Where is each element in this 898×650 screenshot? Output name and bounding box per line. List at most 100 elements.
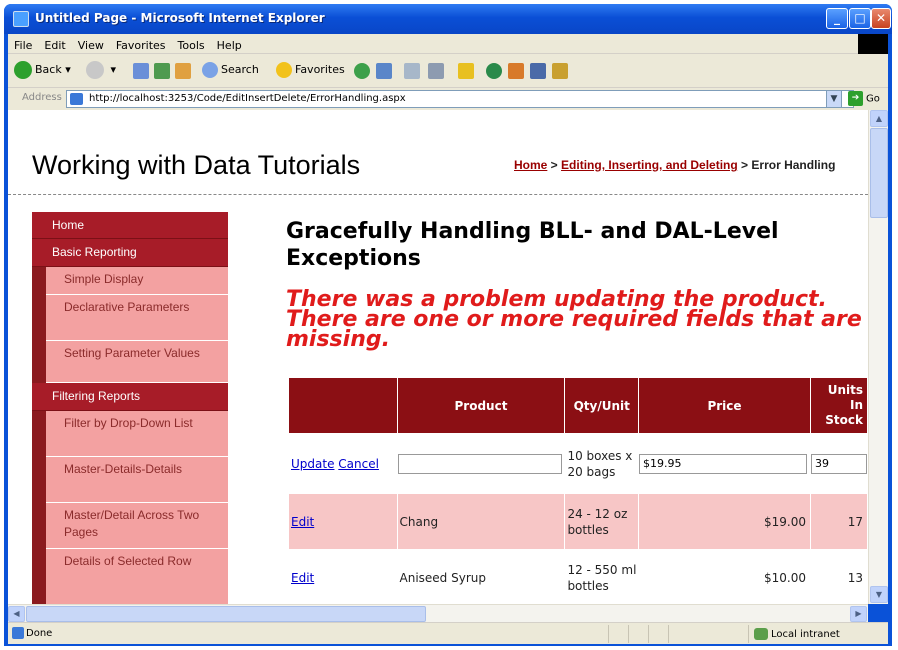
address-bar: Address http://localhost:3253/Code/EditI… xyxy=(8,88,888,110)
back-button[interactable]: Back ▾ xyxy=(14,61,71,79)
site-title: Working with Data Tutorials xyxy=(32,150,361,180)
breadcrumb-separator: > xyxy=(547,158,562,172)
forward-arrow-icon xyxy=(86,61,104,79)
go-arrow-icon: ➔ xyxy=(848,91,863,106)
title-bar[interactable]: Untitled Page - Microsoft Internet Explo… xyxy=(4,4,892,34)
product-name-input[interactable] xyxy=(397,453,562,474)
page-viewport: Working with Data Tutorials Home > Editi… xyxy=(8,110,868,604)
minimize-button[interactable]: _ xyxy=(826,8,848,29)
menu-item-master-detail-two-pages[interactable]: Master/Detail Across Two Pages xyxy=(46,503,228,549)
grid-header-actions xyxy=(288,377,398,434)
price-cell: $19.00 xyxy=(638,493,811,550)
favorites-button[interactable]: Favorites xyxy=(276,61,345,79)
table-row: Edit Chang 24 - 12 oz bottles $19.00 17 xyxy=(288,493,868,550)
status-divider xyxy=(648,625,649,643)
toolbar: Back ▾ ▾ Search Favorites xyxy=(8,54,888,88)
menu-item-master-details-details[interactable]: Master-Details-Details xyxy=(46,457,228,503)
menu-item-filtering-reports[interactable]: Filtering Reports xyxy=(32,383,228,411)
page-icon xyxy=(70,93,83,105)
error-message: There was a problem updating the product… xyxy=(286,287,862,352)
close-button[interactable]: ✕ xyxy=(871,8,891,29)
print-icon[interactable] xyxy=(428,63,444,79)
address-label: Address xyxy=(22,92,62,103)
discuss-icon[interactable] xyxy=(530,63,546,79)
menu-file[interactable]: File xyxy=(8,35,38,52)
research-icon[interactable] xyxy=(508,63,524,79)
qty-cell: 10 boxes x 20 bags xyxy=(564,433,640,494)
update-link[interactable]: Update xyxy=(291,457,334,471)
media-icon[interactable] xyxy=(354,63,370,79)
search-button[interactable]: Search xyxy=(202,61,259,79)
menu-view[interactable]: View xyxy=(72,35,110,52)
menu-bar: File Edit View Favorites Tools Help xyxy=(8,34,888,54)
sidebar-menu: Home Basic Reporting Simple Display Decl… xyxy=(32,212,228,604)
star-icon xyxy=(276,62,292,78)
history-icon[interactable] xyxy=(376,63,392,79)
grid-header-product: Product xyxy=(396,377,566,434)
scroll-down-icon[interactable]: ▼ xyxy=(870,586,888,603)
vertical-scroll-thumb[interactable] xyxy=(870,128,888,218)
scroll-right-icon[interactable]: ▶ xyxy=(850,606,867,622)
search-icon xyxy=(202,62,218,78)
cancel-link[interactable]: Cancel xyxy=(338,457,379,471)
address-dropdown-chevron-down-icon[interactable]: ▼ xyxy=(826,90,842,108)
edit-link[interactable]: Edit xyxy=(291,571,314,585)
scroll-up-icon[interactable]: ▲ xyxy=(870,110,888,127)
messenger-icon[interactable] xyxy=(486,63,502,79)
price-input[interactable] xyxy=(639,453,808,474)
maximize-button[interactable]: □ xyxy=(849,8,871,29)
grid-header-row: Product Qty/Unit Price Units In Stock xyxy=(288,377,868,434)
status-text: Done xyxy=(26,628,53,639)
folder-icon[interactable] xyxy=(458,63,474,79)
grid-header-qty: Qty/Unit xyxy=(564,377,640,434)
stop-icon[interactable] xyxy=(133,63,149,79)
price-cell: $10.00 xyxy=(638,549,811,604)
horizontal-scrollbar[interactable]: ◀ ▶ xyxy=(8,604,868,622)
edit-link[interactable]: Edit xyxy=(291,515,314,529)
ie-icon xyxy=(13,11,29,27)
menu-tools[interactable]: Tools xyxy=(172,35,211,52)
stock-cell: 13 xyxy=(809,549,868,604)
breadcrumb-section-link[interactable]: Editing, Inserting, and Deleting xyxy=(561,158,738,172)
menu-favorites[interactable]: Favorites xyxy=(110,35,172,52)
status-divider xyxy=(668,625,669,643)
status-bar: Done Local intranet xyxy=(8,622,888,644)
menu-item-home[interactable]: Home xyxy=(32,212,228,239)
book-icon[interactable] xyxy=(552,63,568,79)
menu-item-details-selected-row[interactable]: Details of Selected Row xyxy=(46,549,228,604)
menu-item-setting-parameter-values[interactable]: Setting Parameter Values xyxy=(46,341,228,383)
menu-edit[interactable]: Edit xyxy=(38,35,71,52)
breadcrumb: Home > Editing, Inserting, and Deleting … xyxy=(514,158,864,173)
refresh-icon[interactable] xyxy=(154,63,170,79)
window-title: Untitled Page - Microsoft Internet Explo… xyxy=(35,11,325,25)
back-arrow-icon xyxy=(14,61,32,79)
product-cell: Aniseed Syrup xyxy=(396,549,566,604)
go-button[interactable]: ➔ Go xyxy=(848,91,880,106)
status-divider xyxy=(748,625,749,643)
stock-input[interactable] xyxy=(810,453,867,474)
status-divider xyxy=(628,625,629,643)
forward-button[interactable]: ▾ xyxy=(86,61,116,79)
page-heading: Gracefully Handling BLL- and DAL-Level E… xyxy=(286,219,779,271)
menu-help[interactable]: Help xyxy=(211,35,248,52)
vertical-scrollbar[interactable]: ▲ ▼ xyxy=(868,110,888,604)
address-input[interactable]: http://localhost:3253/Code/EditInsertDel… xyxy=(66,90,854,108)
stock-cell: 17 xyxy=(809,493,868,550)
table-row: Edit Aniseed Syrup 12 - 550 ml bottles $… xyxy=(288,549,868,604)
grid-header-price: Price xyxy=(638,377,811,434)
menu-item-declarative-parameters[interactable]: Declarative Parameters xyxy=(46,295,228,341)
mail-icon[interactable] xyxy=(404,63,420,79)
scroll-left-icon[interactable]: ◀ xyxy=(8,606,25,622)
qty-cell: 12 - 550 ml bottles xyxy=(564,549,640,604)
breadcrumb-current: Error Handling xyxy=(751,158,836,172)
intranet-icon xyxy=(754,628,768,640)
breadcrumb-home-link[interactable]: Home xyxy=(514,158,547,172)
menu-item-simple-display[interactable]: Simple Display xyxy=(46,267,228,295)
menu-item-filter-dropdown[interactable]: Filter by Drop-Down List xyxy=(46,411,228,457)
grid-header-stock: Units In Stock xyxy=(809,377,868,434)
horizontal-scroll-thumb[interactable] xyxy=(26,606,426,622)
page-done-icon xyxy=(12,627,24,639)
breadcrumb-separator: > xyxy=(737,158,752,172)
home-icon[interactable] xyxy=(175,63,191,79)
menu-item-basic-reporting[interactable]: Basic Reporting xyxy=(32,239,228,267)
